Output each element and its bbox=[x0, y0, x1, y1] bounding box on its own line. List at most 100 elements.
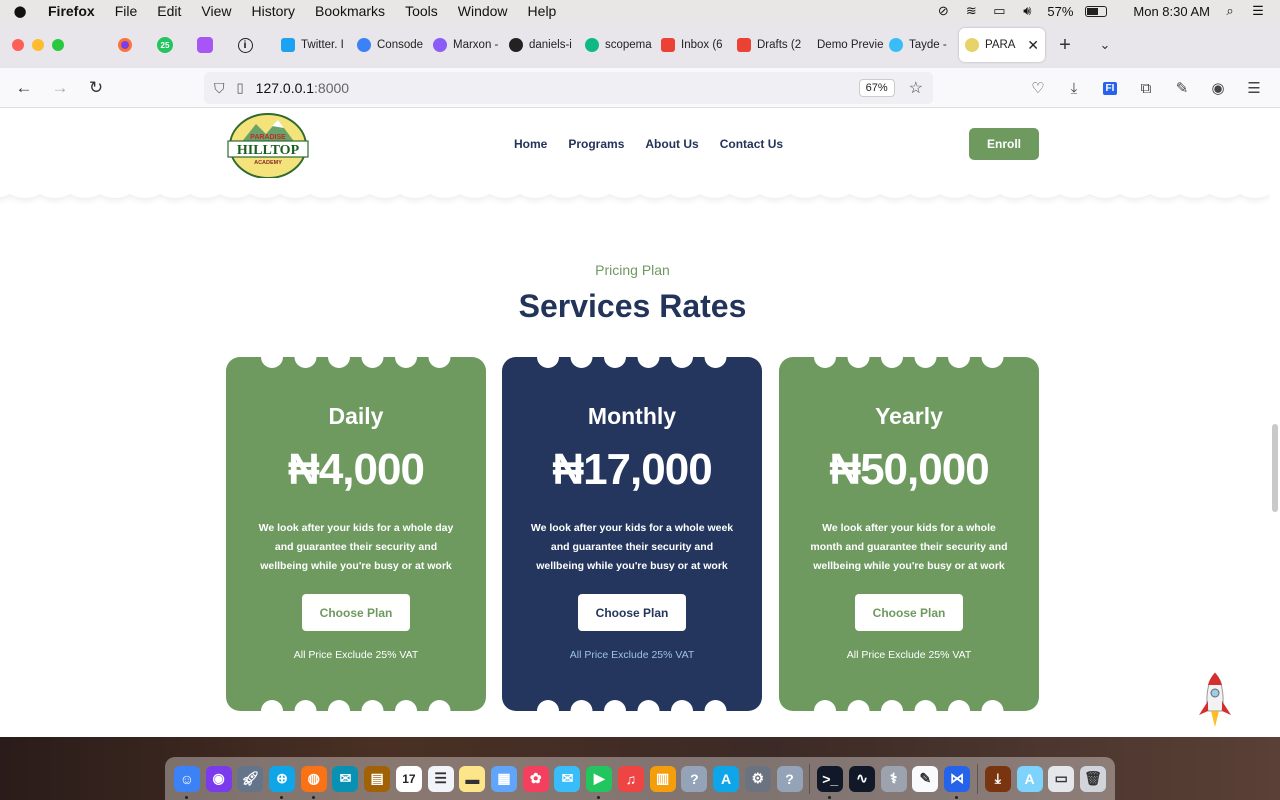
terminal-icon[interactable]: >_ bbox=[814, 763, 846, 799]
vscode-icon[interactable]: ⋈ bbox=[941, 763, 973, 799]
choose-plan-button[interactable]: Choose Plan bbox=[302, 594, 410, 631]
finder-icon[interactable]: ☺ bbox=[171, 763, 203, 799]
books-icon[interactable]: ▥ bbox=[647, 763, 679, 795]
tab-consode[interactable]: Consode bbox=[351, 28, 427, 62]
tab-label: daniels-i bbox=[529, 39, 572, 51]
appstore-icon[interactable]: A bbox=[710, 763, 742, 795]
airplay-icon[interactable]: ▭ bbox=[991, 3, 1007, 18]
firefox-icon[interactable]: ◍ bbox=[298, 763, 330, 799]
eyedropper-icon[interactable]: ✎ bbox=[1164, 72, 1200, 104]
web-page[interactable]: PARADISE HILLTOP ACADEMY Home Programs A… bbox=[0, 108, 1280, 737]
help-icon[interactable]: ? bbox=[679, 763, 711, 795]
menubar-clock[interactable]: Mon 8:30 AM bbox=[1133, 4, 1210, 19]
page-scrollbar-thumb[interactable] bbox=[1272, 424, 1278, 512]
wifi-icon[interactable]: ≋ bbox=[963, 3, 979, 18]
hilltop-academy-logo[interactable]: PARADISE HILLTOP ACADEMY bbox=[226, 112, 310, 178]
siri-icon[interactable]: ◉ bbox=[203, 763, 235, 795]
page-info-icon[interactable]: ▯ bbox=[237, 80, 244, 96]
keynote-icon[interactable]: ▦ bbox=[488, 763, 520, 795]
photos-icon[interactable]: ✿ bbox=[520, 763, 552, 795]
unknown-app-icon[interactable]: ? bbox=[774, 763, 806, 795]
tab-github[interactable]: daniels-i bbox=[503, 28, 579, 62]
system-preferences-icon[interactable]: ⚙ bbox=[742, 763, 774, 795]
back-icon[interactable]: ← bbox=[6, 72, 42, 104]
close-window-button[interactable] bbox=[12, 39, 24, 51]
reload-icon[interactable]: ↻ bbox=[78, 72, 114, 104]
battery-icon[interactable] bbox=[1085, 5, 1108, 17]
menu-help[interactable]: Help bbox=[518, 3, 567, 19]
menu-view[interactable]: View bbox=[191, 3, 241, 19]
pinned-tab-chat[interactable] bbox=[185, 22, 225, 68]
tracking-protection-shield-icon[interactable]: ⛉ bbox=[214, 80, 225, 97]
tab-scopema[interactable]: scopema bbox=[579, 28, 655, 62]
tab-label: Consode bbox=[377, 39, 424, 51]
app-menu-icon[interactable]: ☰ bbox=[1236, 72, 1272, 104]
textedit-icon[interactable]: ✎ bbox=[910, 763, 942, 795]
bookmark-star-icon[interactable]: ☆ bbox=[909, 78, 923, 98]
ticket-notch bbox=[428, 357, 451, 368]
extensions-puzzle-icon[interactable]: ⧉ bbox=[1128, 72, 1164, 104]
notes-icon[interactable]: ▬ bbox=[456, 763, 488, 795]
reminders-icon[interactable]: ☰ bbox=[425, 763, 457, 795]
tab-gmail-drafts[interactable]: Drafts (2 bbox=[731, 28, 807, 62]
tab-active-paradise-hilltop[interactable]: PARA ✕ bbox=[959, 28, 1045, 62]
menu-file[interactable]: File bbox=[105, 3, 148, 19]
nav-link-programs[interactable]: Programs bbox=[568, 137, 624, 151]
plan-description: We look after your kids for a whole day … bbox=[258, 522, 454, 572]
focus-icon[interactable]: ⊘ bbox=[935, 3, 951, 18]
contacts-icon[interactable]: ▤ bbox=[361, 763, 393, 795]
calendar-icon[interactable]: 17 bbox=[393, 763, 425, 795]
applications-folder-icon[interactable]: A bbox=[1014, 763, 1046, 795]
control-center-icon[interactable]: ☰ bbox=[1250, 3, 1266, 18]
volume-icon[interactable]: 🔊︎ bbox=[1019, 3, 1035, 18]
enroll-button[interactable]: Enroll bbox=[969, 128, 1039, 160]
new-tab-icon[interactable]: + bbox=[1045, 34, 1085, 57]
nav-link-home[interactable]: Home bbox=[514, 137, 547, 151]
url-bar[interactable]: ⛉ ▯ 127.0.0.1 :8000 67% ☆ bbox=[204, 72, 933, 104]
menu-window[interactable]: Window bbox=[448, 3, 518, 19]
downloads-folder-icon[interactable]: ⤓ bbox=[982, 763, 1014, 795]
nav-link-about-us[interactable]: About Us bbox=[645, 137, 698, 151]
forward-icon[interactable]: → bbox=[42, 72, 78, 104]
choose-plan-button[interactable]: Choose Plan bbox=[578, 594, 686, 631]
pinned-tab-firefox[interactable] bbox=[105, 22, 145, 68]
downloads-icon[interactable]: ⤓ bbox=[1056, 72, 1092, 104]
documents-folder-icon[interactable]: ▭ bbox=[1045, 763, 1077, 795]
menu-tools[interactable]: Tools bbox=[395, 3, 448, 19]
menu-app-name[interactable]: Firefox bbox=[40, 3, 105, 19]
messages-icon[interactable]: ✉ bbox=[552, 763, 584, 795]
tab-twitter[interactable]: Twitter. I bbox=[275, 28, 351, 62]
close-tab-icon[interactable]: ✕ bbox=[1027, 37, 1039, 54]
disk-utility-icon[interactable]: ⚕ bbox=[878, 763, 910, 795]
launchpad-icon[interactable]: 🚀︎ bbox=[234, 763, 266, 795]
activity-monitor-icon[interactable]: ∿ bbox=[846, 763, 878, 795]
zoom-level-button[interactable]: 67% bbox=[858, 79, 895, 97]
apple-menu-icon[interactable]: ● bbox=[0, 2, 40, 20]
tab-marxon[interactable]: Marxon - bbox=[427, 28, 503, 62]
pinned-tab-info[interactable]: i bbox=[225, 22, 265, 68]
facetime-icon[interactable]: ▶ bbox=[583, 763, 615, 799]
menu-bookmarks[interactable]: Bookmarks bbox=[305, 3, 395, 19]
scroll-to-top-rocket-icon[interactable] bbox=[1196, 671, 1234, 731]
pocket-icon[interactable]: ♡ bbox=[1020, 72, 1056, 104]
tab-demo-preview[interactable]: Demo Previe bbox=[807, 28, 883, 62]
spotlight-search-icon[interactable]: ⌕ bbox=[1222, 3, 1238, 18]
ticket-notch bbox=[704, 700, 727, 711]
zoom-window-button[interactable] bbox=[52, 39, 64, 51]
vat-note: All Price Exclude 25% VAT bbox=[569, 649, 695, 661]
tab-tayde[interactable]: Tayde - bbox=[883, 28, 959, 62]
tab-gmail-inbox[interactable]: Inbox (6 bbox=[655, 28, 731, 62]
music-icon[interactable]: ♫ bbox=[615, 763, 647, 795]
minimize-window-button[interactable] bbox=[32, 39, 44, 51]
list-all-tabs-icon[interactable]: ⌄ bbox=[1085, 37, 1125, 53]
menu-edit[interactable]: Edit bbox=[147, 3, 191, 19]
pinned-tab-counter[interactable]: 25 bbox=[145, 22, 185, 68]
nav-link-contact-us[interactable]: Contact Us bbox=[720, 137, 783, 151]
extension-fi-icon[interactable]: FI bbox=[1092, 72, 1128, 104]
menu-history[interactable]: History bbox=[241, 3, 305, 19]
safari-icon[interactable]: ⊕ bbox=[266, 763, 298, 799]
account-extension-icon[interactable]: ◉ bbox=[1200, 72, 1236, 104]
choose-plan-button[interactable]: Choose Plan bbox=[855, 594, 963, 631]
trash-icon[interactable]: 🗑︎ bbox=[1077, 763, 1109, 795]
preview-icon[interactable]: ✉ bbox=[330, 763, 362, 795]
